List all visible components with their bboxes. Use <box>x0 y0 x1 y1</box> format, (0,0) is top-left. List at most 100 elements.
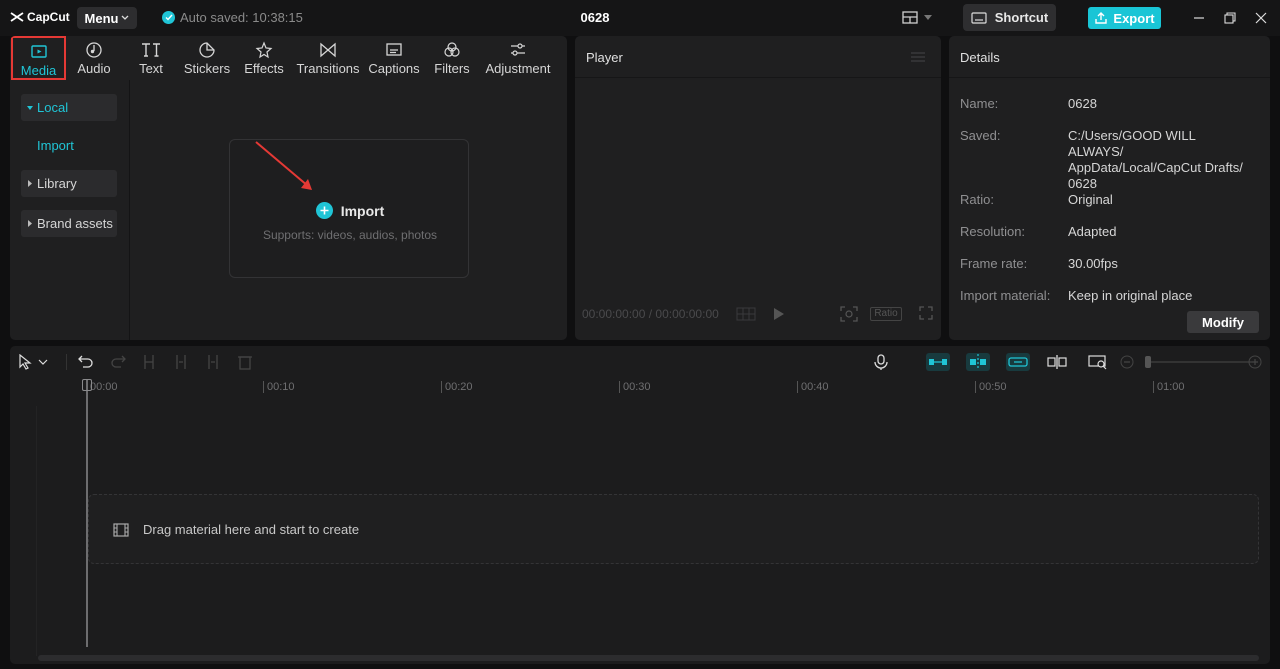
zoom-to-fit-button[interactable] <box>1088 353 1108 371</box>
detail-value: 0628 <box>1068 96 1097 111</box>
ratio-button[interactable]: Ratio <box>870 307 902 321</box>
export-button[interactable]: Export <box>1088 7 1161 29</box>
zoom-slider-track[interactable] <box>1146 361 1252 363</box>
tab-transitions[interactable]: Transitions <box>295 36 361 80</box>
redo-icon <box>111 355 126 368</box>
tab-label: Stickers <box>183 61 231 76</box>
delete-button[interactable] <box>238 353 252 371</box>
snapping-icon <box>970 354 986 370</box>
sidebar-item-local[interactable]: Local <box>21 94 117 121</box>
player-panel: Player 00:00:00:00 / 00:00:00:00 Ratio <box>575 36 941 340</box>
grid-icon[interactable] <box>736 307 756 321</box>
restore-button[interactable] <box>1223 11 1237 25</box>
player-header <box>575 36 941 78</box>
detail-key: Name: <box>960 96 999 111</box>
sidebar-item-brand-assets[interactable]: Brand assets <box>21 210 117 237</box>
tab-label: Filters <box>434 61 470 76</box>
preview-axis-icon <box>1047 355 1067 369</box>
filters-icon <box>444 42 460 57</box>
export-label: Export <box>1113 10 1155 26</box>
preview-axis-button[interactable] <box>1047 353 1067 371</box>
tab-label: Text <box>139 61 163 76</box>
toolbar-divider <box>66 354 67 370</box>
detail-key: Resolution: <box>960 224 1026 239</box>
crop-icon[interactable] <box>840 306 858 322</box>
tab-stickers[interactable]: Stickers <box>182 36 232 80</box>
tab-effects[interactable]: Effects <box>240 36 288 80</box>
playhead-handle[interactable] <box>82 379 92 391</box>
sidebar-item-library[interactable]: Library <box>21 170 117 197</box>
restore-icon <box>1224 12 1236 24</box>
shortcut-button[interactable]: Shortcut <box>963 4 1056 31</box>
main-track-magnet-button[interactable] <box>926 353 950 371</box>
tab-audio[interactable]: Audio <box>68 36 120 80</box>
details-title: Details <box>960 50 1000 65</box>
modify-button[interactable]: Modify <box>1187 311 1259 333</box>
red-arrow-annotation <box>255 141 312 190</box>
timeline-horizontal-scrollbar[interactable] <box>38 655 1259 661</box>
layout-button[interactable] <box>902 11 932 24</box>
detail-value: Original <box>1068 192 1113 207</box>
zoom-fit-icon <box>1088 355 1107 370</box>
timeline-ruler[interactable]: 00:00 00:10 00:20 00:30 00:40 00:50 01:0… <box>10 378 1270 398</box>
playhead[interactable] <box>86 379 88 647</box>
dropzone-hint-text: Drag material here and start to create <box>143 522 360 537</box>
shortcut-label: Shortcut <box>994 10 1049 25</box>
split-right-button[interactable] <box>206 353 220 371</box>
text-icon <box>142 43 160 57</box>
sidebar-item-label: Brand assets <box>37 216 113 231</box>
linkage-button[interactable] <box>1006 353 1030 371</box>
zoom-out-icon[interactable] <box>1120 355 1134 369</box>
caret-right-icon <box>28 180 32 187</box>
title-bar: CapCut Menu Auto saved: 10:38:15 0628 Sh… <box>0 0 1280 36</box>
film-icon <box>113 522 129 537</box>
detail-key: Ratio: <box>960 192 994 207</box>
minimize-button[interactable] <box>1192 11 1206 25</box>
export-icon <box>1095 12 1108 24</box>
captions-icon <box>386 43 402 56</box>
fullscreen-icon[interactable] <box>919 306 933 320</box>
close-button[interactable] <box>1254 11 1268 25</box>
detail-key: Frame rate: <box>960 256 1028 271</box>
split-right-icon <box>208 355 218 369</box>
tab-label: Audio <box>77 61 111 76</box>
redo-button[interactable] <box>110 353 126 371</box>
adjustment-icon <box>511 43 525 56</box>
tab-media[interactable]: Media <box>11 36 66 80</box>
tab-adjustment[interactable]: Adjustment <box>482 36 554 80</box>
magnet-link-icon <box>929 359 947 365</box>
tab-label: Transitions <box>296 61 360 76</box>
tab-captions[interactable]: Captions <box>366 36 422 80</box>
tab-label: Effects <box>244 61 284 76</box>
audio-icon <box>86 42 102 58</box>
player-timecode: 00:00:00:00 / 00:00:00:00 <box>582 307 719 321</box>
timeline-dropzone[interactable]: Drag material here and start to create <box>88 494 1259 564</box>
undo-button[interactable] <box>78 353 94 371</box>
zoom-slider-handle[interactable] <box>1145 356 1151 368</box>
sidebar-item-import[interactable]: Import <box>37 138 74 153</box>
ruler-tick: 00:40 <box>797 381 829 393</box>
auto-snapping-button[interactable] <box>966 353 990 371</box>
split-left-button[interactable] <box>174 353 188 371</box>
timeline-toolbar <box>10 346 1270 378</box>
split-left-icon <box>176 355 186 369</box>
split-button[interactable] <box>142 353 156 371</box>
hamburger-menu-icon[interactable] <box>911 51 925 63</box>
zoom-in-icon[interactable] <box>1248 355 1262 369</box>
details-panel: Details Name: 0628 Saved: C:/Users/GOOD … <box>949 36 1270 340</box>
record-audio-button[interactable] <box>874 353 888 371</box>
import-button[interactable]: Import <box>230 202 470 219</box>
detail-value: 30.00fps <box>1068 256 1118 271</box>
tab-filters[interactable]: Filters <box>430 36 474 80</box>
play-icon[interactable] <box>773 307 785 321</box>
timeline-panel: 00:00 00:10 00:20 00:30 00:40 00:50 01:0… <box>10 346 1270 664</box>
plus-icon <box>315 202 333 219</box>
ruler-tick: 00:10 <box>263 381 295 393</box>
tab-label: Adjustment <box>485 61 551 76</box>
select-tool-button[interactable] <box>18 353 48 371</box>
microphone-icon <box>874 354 888 370</box>
tab-label: Media <box>20 63 57 78</box>
media-sidebar: Local Import Library Brand assets <box>10 80 130 340</box>
tab-text[interactable]: Text <box>126 36 176 80</box>
track-header-divider <box>36 406 37 656</box>
